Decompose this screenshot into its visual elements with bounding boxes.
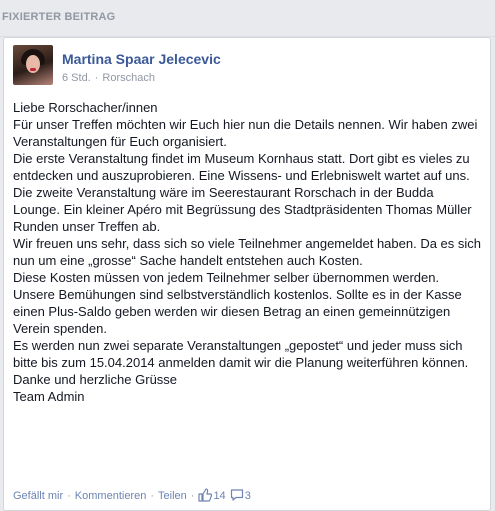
- pinned-post-header: FIXIERTER BEITRAG: [0, 0, 495, 37]
- comment-button[interactable]: Kommentieren: [75, 490, 147, 502]
- post-paragraph: Es werden nun zwei separate Veranstaltun…: [13, 338, 469, 370]
- comment-bubble-icon[interactable]: [230, 488, 244, 505]
- post-card: Martina Spaar Jelecevic 6 Std. · Rorschach…: [3, 37, 491, 511]
- thumbs-up-icon[interactable]: [198, 488, 213, 505]
- post-paragraph: Diese Kosten müssen von jedem Teilnehmer…: [13, 270, 466, 336]
- like-button[interactable]: Gefällt mir: [13, 490, 63, 502]
- action-separator: ·: [67, 490, 71, 502]
- post-paragraph: Team Admin: [13, 389, 85, 404]
- post-paragraph: Für unser Treffen möchten wir Euch hier …: [13, 117, 482, 149]
- post-paragraph: Danke und herzliche Grüsse: [13, 372, 178, 387]
- like-count[interactable]: 14: [213, 490, 225, 502]
- author-name-link[interactable]: Martina Spaar Jelecevic: [62, 51, 221, 67]
- post-paragraph: Die zweite Veranstaltung wäre im Seerest…: [13, 185, 476, 234]
- post-timestamp[interactable]: 6 Std.: [62, 72, 91, 84]
- author-avatar[interactable]: [13, 45, 53, 85]
- action-separator: ·: [190, 490, 195, 502]
- post-paragraph: Die erste Veranstaltung findet im Museum…: [13, 151, 474, 183]
- comment-count[interactable]: 3: [245, 490, 251, 502]
- post-meta: 6 Std. · Rorschach: [62, 72, 155, 84]
- meta-separator: ·: [94, 72, 99, 84]
- action-separator: ·: [150, 490, 155, 502]
- post-text: Liebe Rorschacher/innen Für unser Treffe…: [13, 99, 483, 405]
- post-location[interactable]: Rorschach: [102, 72, 155, 84]
- pinned-post-label: FIXIERTER BEITRAG: [2, 11, 116, 23]
- post-actions-bar: Gefällt mir · Kommentieren · Teilen · 14 3: [13, 488, 255, 505]
- share-button[interactable]: Teilen: [158, 490, 187, 502]
- post-paragraph: Liebe Rorschacher/innen: [13, 100, 158, 115]
- post-paragraph: Wir freuen uns sehr, dass sich so viele …: [13, 236, 485, 268]
